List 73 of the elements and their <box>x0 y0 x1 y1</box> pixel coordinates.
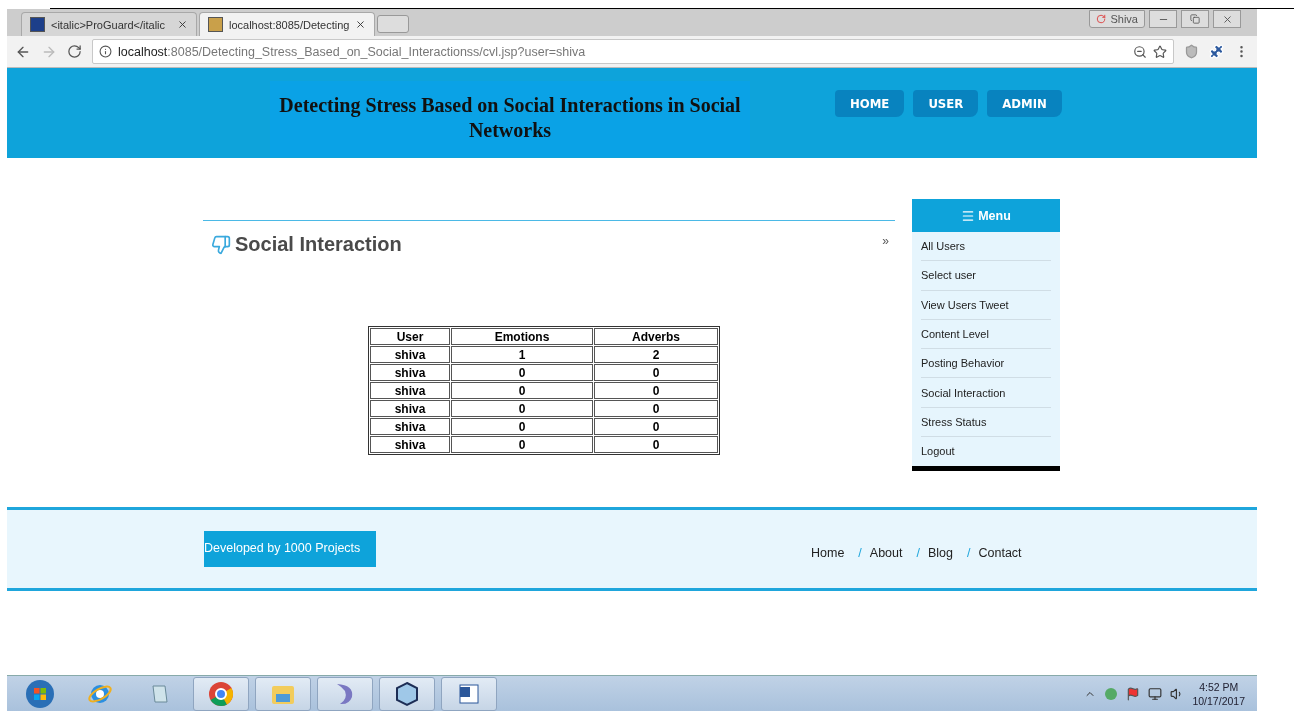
hand-icon <box>211 234 231 255</box>
profile-button[interactable]: Shiva <box>1089 10 1145 28</box>
table-cell: 1 <box>451 346 593 363</box>
close-icon <box>1221 13 1233 25</box>
shield-icon[interactable] <box>1184 44 1199 59</box>
site-title: Detecting Stress Based on Social Interactions in Social Networks <box>270 81 750 157</box>
menu-item[interactable]: Logout <box>921 437 1051 467</box>
menu-item[interactable]: Stress Status <box>921 407 1051 438</box>
cube-icon[interactable] <box>379 676 435 711</box>
info-icon <box>99 45 112 58</box>
bookmark-star-icon[interactable] <box>1153 44 1167 59</box>
table-cell: 0 <box>451 418 593 435</box>
restore-button[interactable] <box>1181 10 1209 28</box>
more-link[interactable]: » <box>882 233 889 248</box>
page-heading: Social Interaction <box>235 233 402 256</box>
close-icon[interactable] <box>177 19 188 30</box>
browser-tab[interactable]: localhost:8085/Detecting <box>199 12 375 36</box>
nav-button[interactable]: HOME <box>835 90 905 117</box>
menu-icon <box>961 208 976 223</box>
table-cell: 0 <box>594 436 718 453</box>
table-cell: 0 <box>594 364 718 381</box>
address-field[interactable]: localhost:8085/Detecting_Stress_Based_on_Social_Interactionss/cvl.jsp?user=shiva <box>92 39 1174 64</box>
flag-icon[interactable] <box>1126 686 1141 701</box>
table-cell: 0 <box>451 382 593 399</box>
table-cell: shiva <box>370 436 450 453</box>
minimize-button[interactable] <box>1149 10 1177 28</box>
table-cell: 0 <box>594 418 718 435</box>
footer-link[interactable]: Home <box>811 546 845 560</box>
footer-link[interactable]: About <box>869 546 903 560</box>
favicon-icon <box>30 17 45 32</box>
menu-item[interactable]: Select user <box>921 261 1051 291</box>
table-cell: shiva <box>370 418 450 435</box>
credit-banner: Developed by 1000 Projects <box>204 531 376 567</box>
menu-item[interactable]: All Users <box>921 232 1051 262</box>
footer-link[interactable]: Contact <box>978 546 1022 560</box>
browser-tab[interactable]: <italic>ProGuard</italic <box>21 12 197 36</box>
table-cell: shiva <box>370 346 450 363</box>
clock[interactable]: 4:52 PM 10/17/2017 <box>1192 679 1245 708</box>
table-cell: shiva <box>370 364 450 381</box>
close-button[interactable] <box>1213 10 1241 28</box>
favicon-icon <box>208 17 223 32</box>
table-cell: 0 <box>451 400 593 417</box>
zoom-icon[interactable] <box>1133 44 1147 59</box>
column-header: Adverbs <box>594 328 718 345</box>
separator: / <box>916 546 920 560</box>
table-cell: 0 <box>451 364 593 381</box>
menu-item[interactable]: View Users Tweet <box>921 290 1051 320</box>
nav-button[interactable]: USER <box>913 90 979 117</box>
reload-icon[interactable] <box>67 44 82 59</box>
menu-title: Menu <box>978 208 1011 223</box>
restore-icon <box>1190 14 1200 24</box>
folder-icon[interactable] <box>255 676 311 711</box>
new-tab-button[interactable] <box>377 15 409 33</box>
footer-link[interactable]: Blog <box>928 546 953 560</box>
table-cell: 0 <box>594 400 718 417</box>
table-cell: 0 <box>594 382 718 399</box>
extension-icon[interactable] <box>1209 44 1224 59</box>
table-cell: 0 <box>451 436 593 453</box>
menu-item[interactable]: Social Interaction <box>921 378 1051 408</box>
nav-button[interactable]: ADMIN <box>987 90 1062 117</box>
menu-item[interactable]: Posting Behavior <box>921 349 1051 379</box>
separator: / <box>858 546 862 560</box>
column-header: Emotions <box>451 328 593 345</box>
menu-item[interactable]: Content Level <box>921 319 1051 350</box>
close-icon[interactable] <box>355 19 366 30</box>
table-cell: shiva <box>370 400 450 417</box>
network-icon[interactable] <box>1148 686 1163 701</box>
chrome-icon[interactable] <box>193 676 249 711</box>
table-cell: 2 <box>594 346 718 363</box>
table-cell: shiva <box>370 382 450 399</box>
word-icon[interactable] <box>441 676 497 711</box>
separator: / <box>967 546 971 560</box>
column-header: User <box>370 328 450 345</box>
